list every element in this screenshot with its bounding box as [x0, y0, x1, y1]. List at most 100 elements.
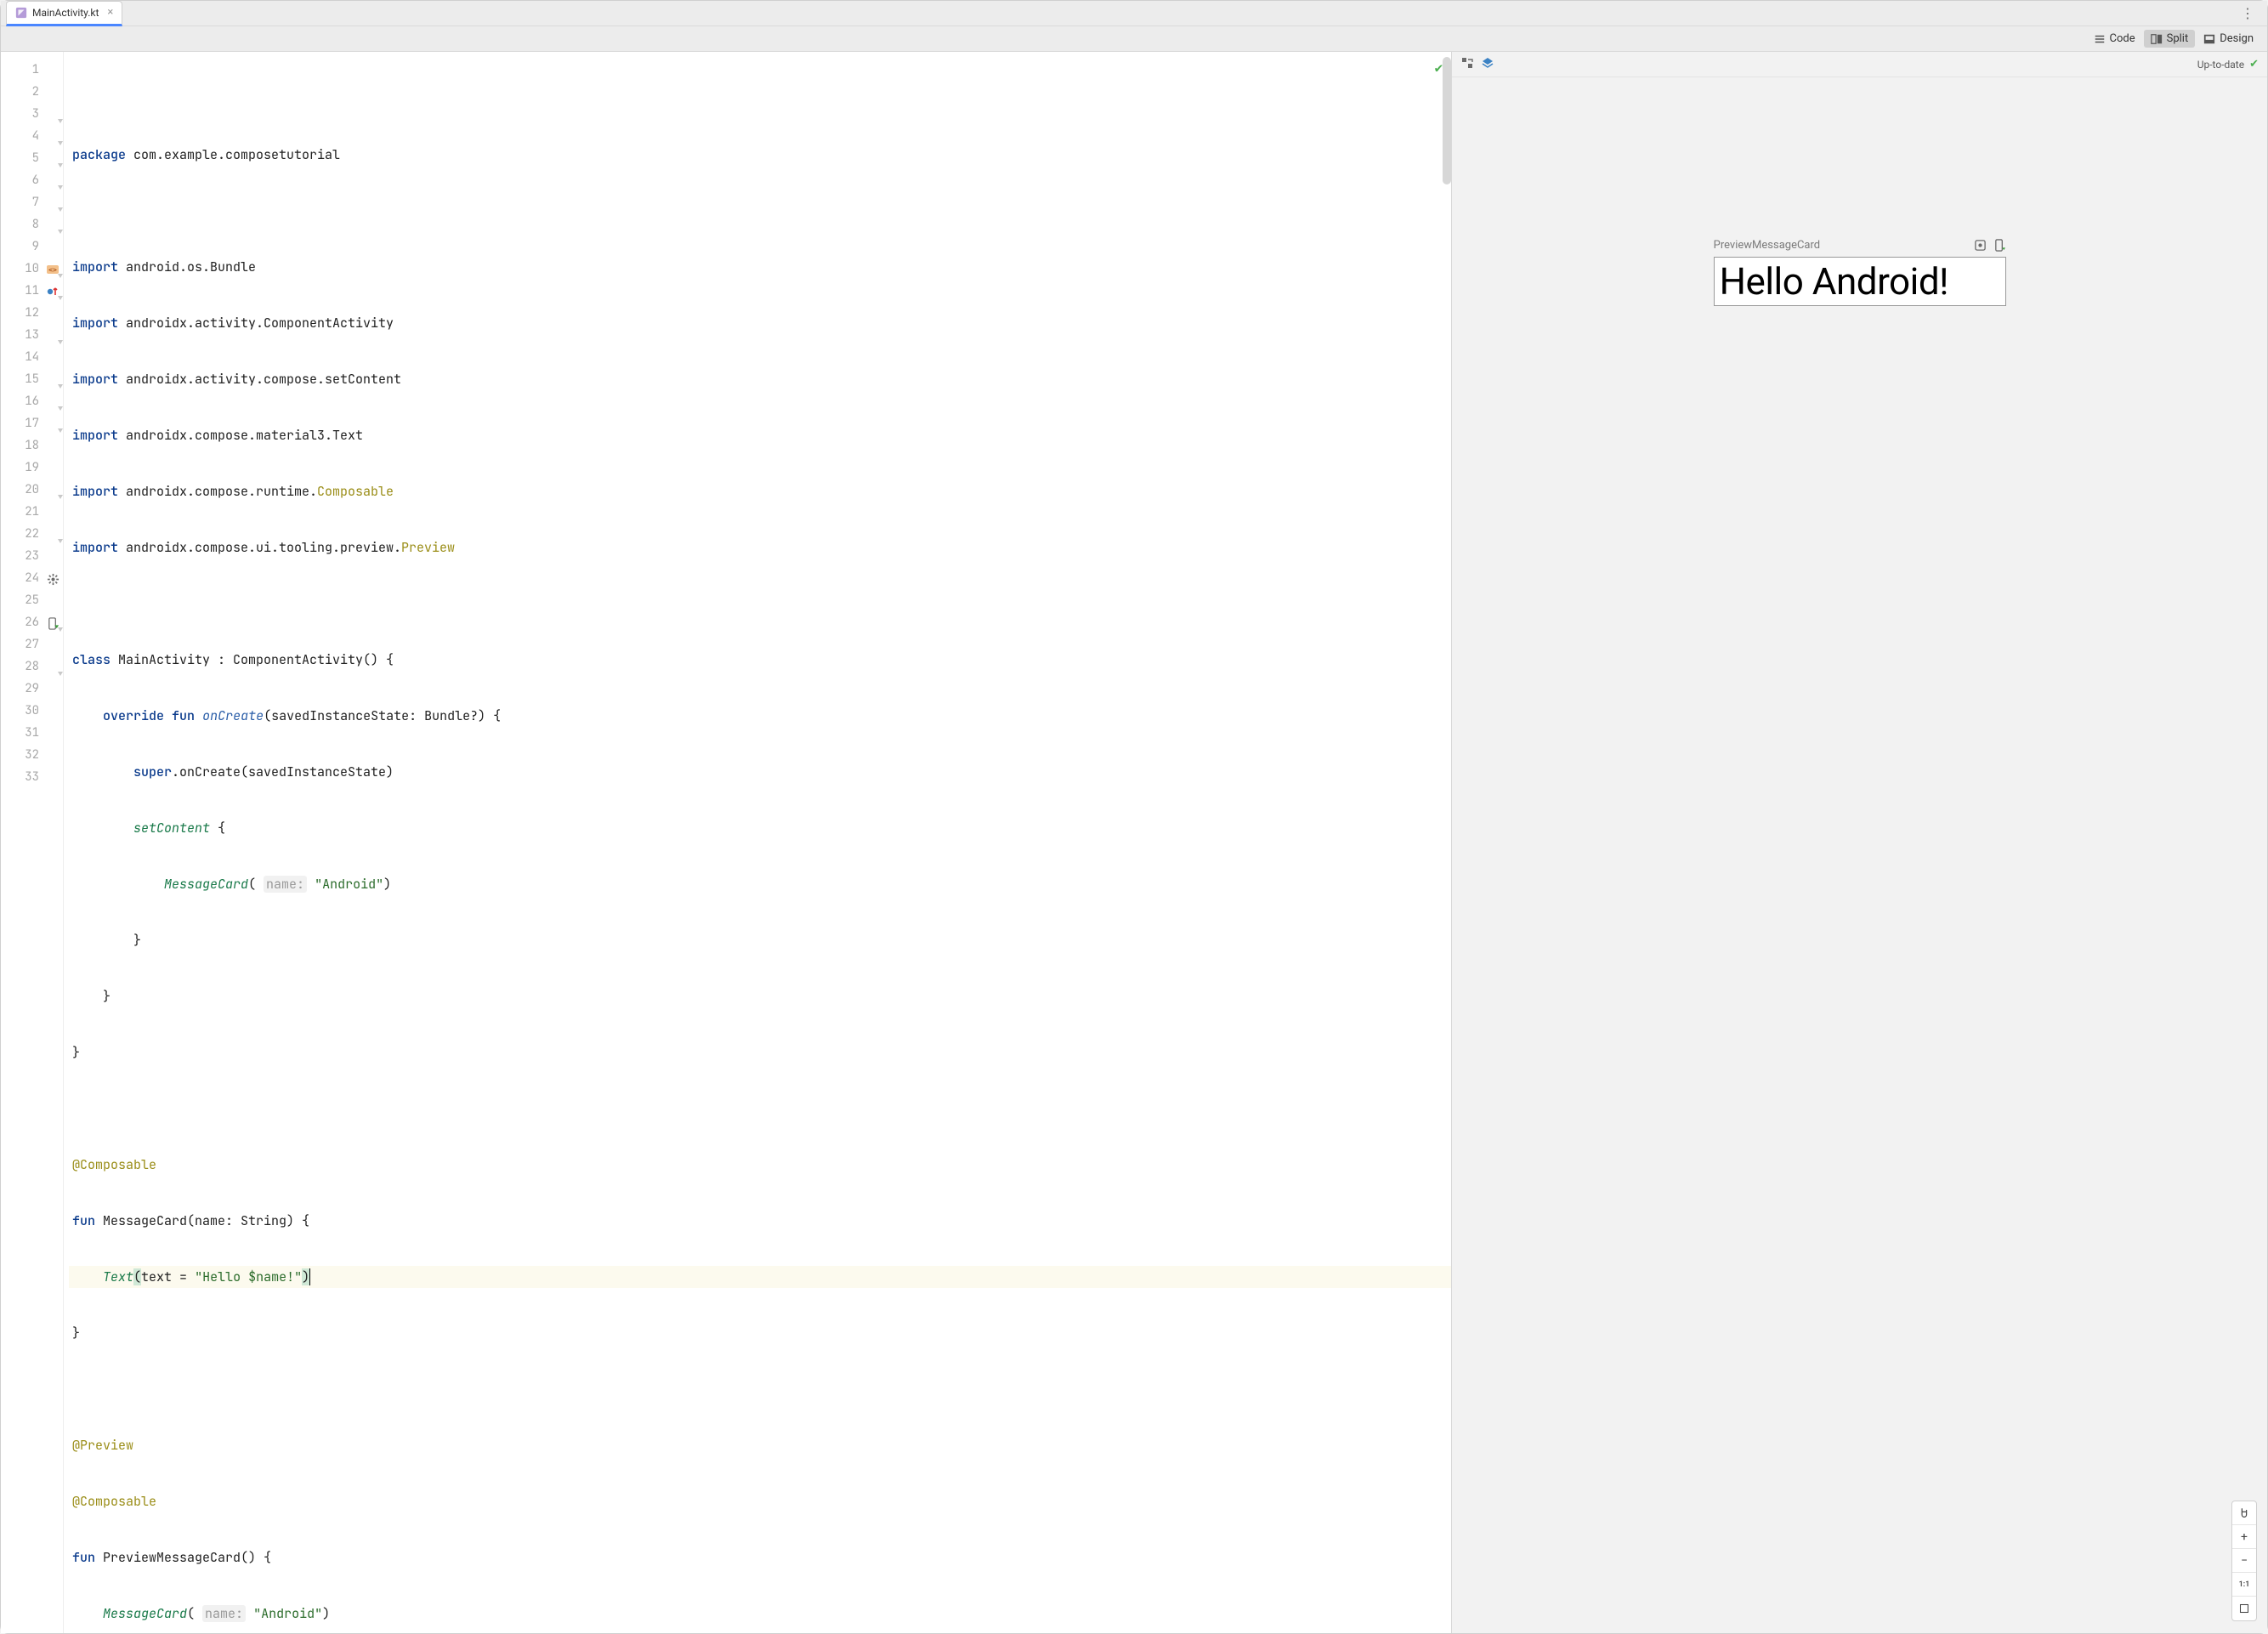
- paren-open: (: [133, 1268, 141, 1285]
- gutter-line[interactable]: 4: [1, 125, 63, 147]
- import-6-pre: androidx.compose.ui.tooling.preview.: [118, 539, 401, 556]
- param-hint-name: name:: [202, 1605, 246, 1622]
- fold-handle-icon[interactable]: [57, 619, 64, 626]
- ann-preview: @Preview: [72, 1437, 133, 1454]
- settings-gutter-icon[interactable]: [46, 571, 60, 585]
- gutter-line[interactable]: 6: [1, 169, 63, 191]
- gutter-line[interactable]: 15: [1, 368, 63, 390]
- split-view-icon: [2151, 33, 2163, 45]
- gutter-line[interactable]: 28: [1, 655, 63, 678]
- fold-handle-icon[interactable]: [57, 221, 64, 228]
- fold-handle-icon[interactable]: [57, 265, 64, 272]
- super-call: .onCreate(savedInstanceState): [172, 763, 394, 780]
- brace: {: [210, 820, 225, 837]
- zoom-out-button[interactable]: −: [2232, 1549, 2256, 1573]
- editor-scrollbar[interactable]: [1443, 57, 1451, 184]
- kw-fun: fun: [72, 1212, 95, 1229]
- zoom-fit-button[interactable]: [2232, 1597, 2256, 1620]
- kw-import: import: [72, 427, 118, 444]
- view-mode-design[interactable]: Design: [2197, 30, 2260, 48]
- inspection-ok-icon[interactable]: ✔: [1435, 59, 1443, 77]
- gutter-line[interactable]: 30: [1, 700, 63, 722]
- gutter-line[interactable]: 25: [1, 589, 63, 611]
- kw-fun: fun: [172, 707, 195, 724]
- gutter-line[interactable]: 18: [1, 434, 63, 457]
- gutter-line[interactable]: 19: [1, 457, 63, 479]
- preview-rendered-text: Hello Android!: [1720, 261, 2000, 302]
- fold-handle-icon[interactable]: [57, 420, 64, 427]
- gutter-line[interactable]: 9: [1, 235, 63, 258]
- zoom-reset-button[interactable]: 1:1: [2232, 1573, 2256, 1597]
- fold-handle-icon[interactable]: [57, 332, 64, 338]
- fold-handle-icon[interactable]: [57, 177, 64, 184]
- gutter-line[interactable]: 33: [1, 766, 63, 788]
- file-tab-label: MainActivity.kt: [32, 7, 99, 19]
- view-mode-code[interactable]: Code: [2087, 30, 2142, 48]
- ann-composable: @Composable: [72, 1156, 156, 1173]
- fold-handle-icon[interactable]: [57, 287, 64, 294]
- fold-handle-icon[interactable]: [57, 376, 64, 383]
- fold-handle-icon[interactable]: [57, 486, 64, 493]
- preview-deploy-icon[interactable]: [1993, 239, 2006, 252]
- gutter-line[interactable]: 21: [1, 501, 63, 523]
- gutter-line[interactable]: 5: [1, 147, 63, 169]
- view-mode-split[interactable]: Split: [2144, 30, 2196, 48]
- gutter-line[interactable]: 23: [1, 545, 63, 567]
- fold-handle-icon[interactable]: [57, 663, 64, 670]
- kw-import: import: [72, 539, 118, 556]
- kw-import: import: [72, 483, 118, 500]
- fold-handle-icon[interactable]: [57, 530, 64, 537]
- gutter-line[interactable]: 10<>: [1, 258, 63, 280]
- gutter-line[interactable]: 26: [1, 611, 63, 633]
- gutter-line[interactable]: 11: [1, 280, 63, 302]
- gutter-line[interactable]: 29: [1, 678, 63, 700]
- gutter-line[interactable]: 13: [1, 324, 63, 346]
- preview-refresh-icon[interactable]: [1460, 56, 1474, 72]
- main-split: 12345678910<>111213141516171819202122232…: [1, 52, 2267, 1633]
- gutter-line[interactable]: 32: [1, 744, 63, 766]
- arg-text: text =: [141, 1268, 195, 1285]
- gutter-line[interactable]: 1: [1, 59, 63, 81]
- gutter-line[interactable]: 24: [1, 567, 63, 589]
- call-setcontent: setContent: [133, 820, 210, 837]
- kw-import: import: [72, 315, 118, 332]
- file-tab-mainactivity[interactable]: MainActivity.kt ×: [6, 1, 122, 26]
- gutter-line[interactable]: 14: [1, 346, 63, 368]
- fold-handle-icon[interactable]: [57, 155, 64, 162]
- fn-messagecard-decl: MessageCard(name: String) {: [95, 1212, 309, 1229]
- kw-super: super: [133, 763, 172, 780]
- gutter-line[interactable]: 16: [1, 390, 63, 412]
- code-area[interactable]: ✔ package com.example.composetutorial im…: [64, 52, 1451, 1633]
- zoom-pan-icon[interactable]: [2232, 1501, 2256, 1525]
- preview-card-header: PreviewMessageCard: [1714, 239, 2006, 252]
- preview-output-box[interactable]: Hello Android!: [1714, 257, 2006, 306]
- gutter-line[interactable]: 12: [1, 302, 63, 324]
- view-mode-code-label: Code: [2110, 32, 2135, 45]
- gutter-line[interactable]: 3: [1, 103, 63, 125]
- close-tab-icon[interactable]: ×: [104, 6, 113, 19]
- gutter-line[interactable]: 7: [1, 191, 63, 213]
- gutter-line[interactable]: 17: [1, 412, 63, 434]
- fold-handle-icon[interactable]: [57, 111, 64, 117]
- preview-canvas[interactable]: PreviewMessageCard Hello Android!: [1452, 77, 2267, 1633]
- gutter-line[interactable]: 27: [1, 633, 63, 655]
- gutter-line[interactable]: 2: [1, 81, 63, 103]
- tab-bar-more-icon[interactable]: ⋮: [2229, 5, 2267, 21]
- fold-handle-icon[interactable]: [57, 133, 64, 139]
- gutter-line[interactable]: 8: [1, 213, 63, 235]
- ide-root: MainActivity.kt × ⋮ Code Split Design: [0, 0, 2268, 1634]
- zoom-in-button[interactable]: +: [2232, 1525, 2256, 1549]
- fold-handle-icon[interactable]: [57, 199, 64, 206]
- gutter-line[interactable]: 20: [1, 479, 63, 501]
- gutter-line[interactable]: 22: [1, 523, 63, 545]
- kw-class: class: [72, 651, 111, 668]
- brace-close: }: [72, 932, 141, 949]
- editor-gutter[interactable]: 12345678910<>111213141516171819202122232…: [1, 52, 64, 1633]
- fold-handle-icon[interactable]: [57, 398, 64, 405]
- gutter-line[interactable]: 31: [1, 722, 63, 744]
- preview-interactive-icon[interactable]: [1974, 239, 1987, 252]
- import-1: android.os.Bundle: [118, 258, 256, 275]
- paren-close: ): [302, 1268, 310, 1285]
- str-android: "Android": [253, 1605, 322, 1622]
- preview-layers-icon[interactable]: [1481, 56, 1494, 72]
